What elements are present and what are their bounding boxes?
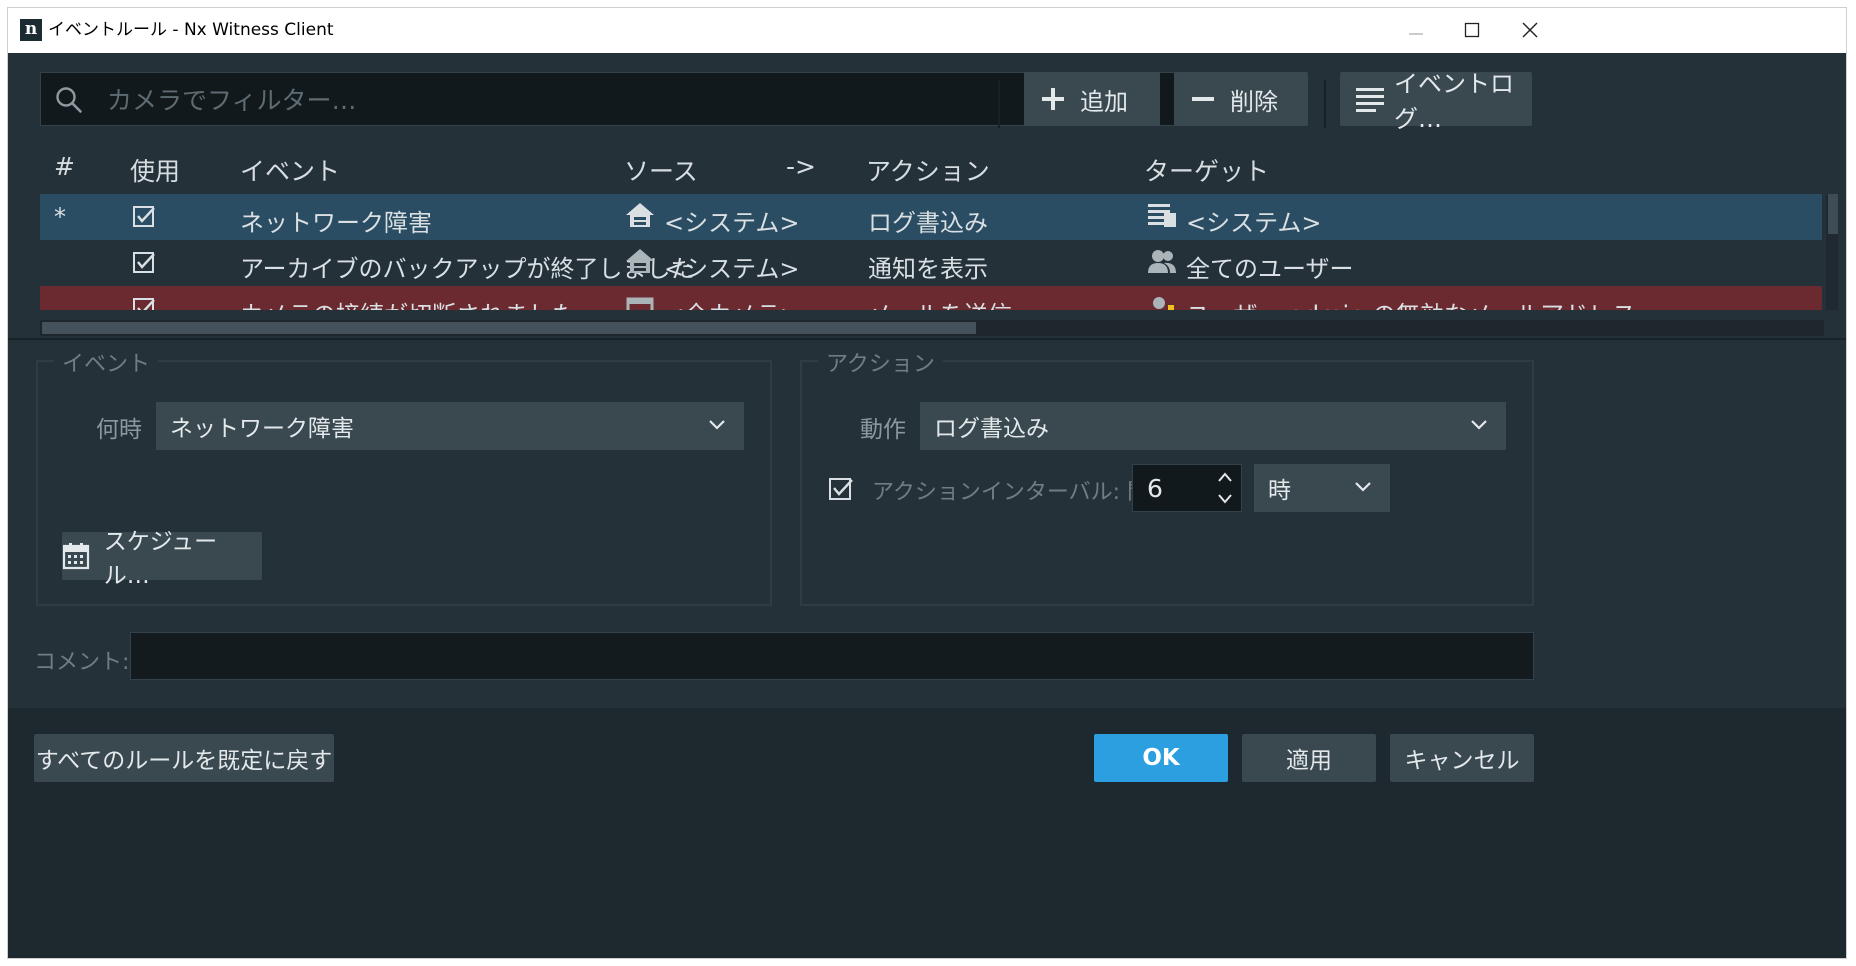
close-button[interactable]: [1510, 14, 1550, 46]
toolbar-separator: [1324, 80, 1326, 128]
window-title: イベントルール - Nx Witness Client: [48, 20, 334, 40]
reset-all-rules-label: すべてのルールを既定に戻す: [35, 748, 333, 774]
interval-unit-dropdown[interactable]: 時: [1254, 464, 1390, 512]
list-icon: [1356, 86, 1384, 112]
chevron-down-icon: [1471, 420, 1487, 430]
cancel-button[interactable]: キャンセル: [1390, 734, 1534, 782]
add-button[interactable]: 追加: [1024, 72, 1160, 126]
event-log-button[interactable]: イベントログ…: [1340, 70, 1532, 133]
comment-field[interactable]: [130, 632, 1534, 680]
plus-icon: [1040, 86, 1066, 112]
action-type-dropdown[interactable]: ログ書込み: [920, 402, 1506, 450]
col-action[interactable]: アクション: [866, 152, 990, 188]
table-row[interactable]: カメラの接続が切断されました <全カメラ> メールを送信 ユーザー admin …: [40, 286, 1822, 310]
ok-button[interactable]: OK: [1094, 734, 1228, 782]
action-interval-checkbox[interactable]: [828, 476, 854, 502]
apply-button[interactable]: 適用: [1242, 734, 1376, 782]
row-event: カメラの接続が切断されました: [240, 295, 576, 310]
event-rules-window: n イベントルール - Nx Witness Client 追加 削除: [8, 8, 1846, 958]
event-group-title: イベント: [54, 346, 159, 378]
event-type-dropdown[interactable]: ネットワーク障害: [156, 402, 744, 450]
col-arrow[interactable]: ->: [786, 152, 816, 181]
row-action: ログ書込み: [868, 209, 988, 237]
table-vertical-scroll-thumb[interactable]: [1828, 194, 1838, 234]
panel-divider: [8, 338, 1846, 340]
interval-spinbox[interactable]: 6: [1132, 464, 1242, 512]
schedule-button[interactable]: スケジュール…: [62, 529, 262, 589]
row-target: 全てのユーザー: [1186, 255, 1354, 283]
user-warning-icon: [1146, 293, 1178, 310]
spin-up-icon[interactable]: [1217, 471, 1233, 483]
when-label: 何時: [96, 417, 142, 443]
rules-table: * ネットワーク障害 <システム> ログ書込み <システム> アーカイブのバック…: [40, 194, 1824, 310]
maximize-icon: [1464, 22, 1480, 38]
table-horizontal-scroll-thumb[interactable]: [42, 322, 976, 334]
event-log-button-label: イベントログ…: [1394, 70, 1514, 133]
add-button-label: 追加: [1080, 87, 1128, 116]
table-row[interactable]: * ネットワーク障害 <システム> ログ書込み <システム>: [40, 194, 1822, 240]
col-event[interactable]: イベント: [240, 152, 340, 188]
chevron-down-icon: [1355, 482, 1371, 492]
calendar-icon: [62, 543, 90, 570]
ok-button-label: OK: [1142, 745, 1180, 771]
reset-all-rules-button[interactable]: すべてのルールを既定に戻す: [34, 734, 334, 782]
search-input[interactable]: [105, 73, 1169, 127]
apply-button-label: 適用: [1286, 748, 1332, 774]
row-event: ネットワーク障害: [240, 209, 432, 237]
delete-button[interactable]: 削除: [1174, 72, 1308, 126]
row-source: <システム>: [664, 255, 800, 283]
row-target: ユーザー admin の無効なメールアドレス: [1186, 295, 1636, 310]
row-target: <システム>: [1186, 209, 1322, 237]
action-interval-label: アクションインターバル: 間隔: [872, 480, 1172, 505]
col-number[interactable]: #: [54, 152, 75, 181]
row-source: <システム>: [664, 209, 800, 237]
minimize-button[interactable]: [1396, 14, 1436, 46]
app-logo: n: [20, 19, 42, 41]
comment-label: コメント:: [34, 650, 130, 675]
col-source[interactable]: ソース: [624, 152, 698, 188]
chevron-down-icon: [709, 420, 725, 430]
do-label: 動作: [860, 417, 906, 443]
server-icon: [624, 247, 656, 281]
delete-button-label: 削除: [1230, 87, 1278, 116]
table-row[interactable]: アーカイブのバックアップが終了しました <システム> 通知を表示 全てのユーザー: [40, 240, 1822, 286]
row-source: <全カメラ>: [664, 295, 800, 310]
row-action: メールを送信: [868, 295, 1012, 310]
interval-unit-value: 時: [1268, 478, 1291, 504]
row-action: 通知を表示: [868, 255, 988, 283]
action-group-title: アクション: [818, 346, 943, 378]
rules-table-header: # 使用 イベント ソース -> アクション ターゲット: [40, 144, 1824, 192]
camera-icon: [624, 293, 656, 310]
col-target[interactable]: ターゲット: [1144, 152, 1269, 188]
interval-value: 6: [1147, 474, 1163, 503]
users-icon: [1146, 247, 1178, 281]
action-type-value: ログ書込み: [934, 416, 1049, 442]
enabled-checkbox[interactable]: [132, 205, 156, 235]
spin-down-icon[interactable]: [1217, 493, 1233, 505]
col-enabled[interactable]: 使用: [130, 152, 180, 188]
row-number: *: [54, 203, 66, 231]
event-log-icon: [1146, 201, 1178, 235]
server-icon: [624, 201, 656, 235]
title-bar: n イベントルール - Nx Witness Client: [8, 8, 1846, 53]
search-icon: [56, 87, 82, 113]
close-icon: [1522, 22, 1538, 38]
minus-icon: [1190, 86, 1216, 112]
camera-filter-search[interactable]: [40, 72, 1188, 127]
enabled-checkbox[interactable]: [132, 251, 156, 281]
schedule-button-label: スケジュール…: [103, 529, 218, 589]
event-type-value: ネットワーク障害: [170, 416, 354, 442]
toolbar-separator: [998, 80, 1000, 128]
maximize-button[interactable]: [1452, 14, 1492, 46]
minimize-icon: [1409, 33, 1423, 35]
enabled-checkbox[interactable]: [132, 297, 156, 310]
cancel-button-label: キャンセル: [1404, 748, 1520, 774]
